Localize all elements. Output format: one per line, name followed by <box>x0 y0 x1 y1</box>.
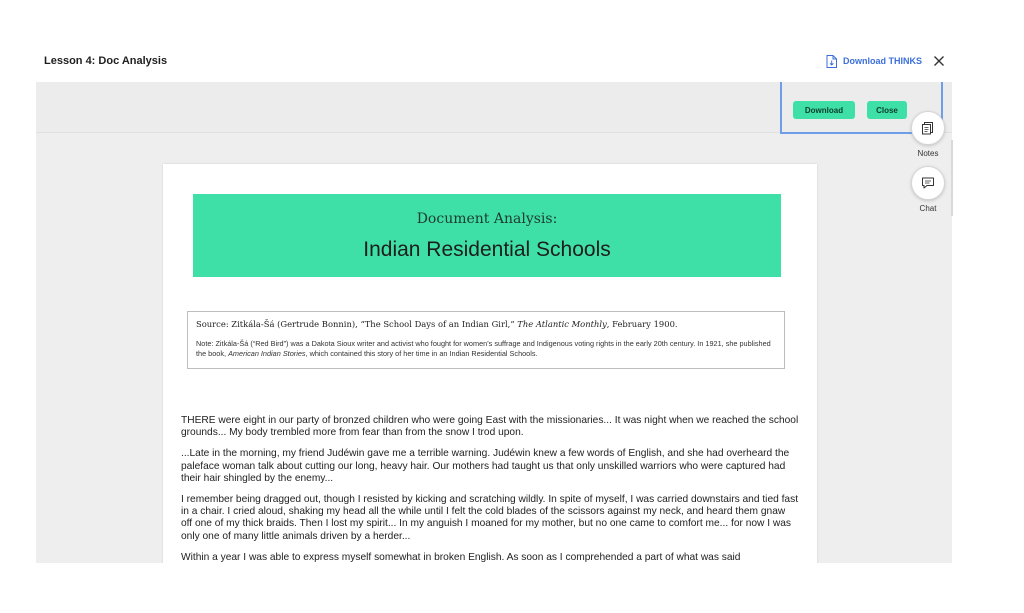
download-button[interactable]: Download <box>793 101 855 119</box>
download-thinks-link[interactable]: Download THINKS <box>826 54 922 68</box>
side-scrollbar[interactable] <box>951 140 953 216</box>
notes-label: Notes <box>917 149 939 158</box>
note-book-title: American Indian Stories <box>228 348 306 358</box>
close-button[interactable]: Close <box>867 101 907 119</box>
paragraph: ...Late in the morning, my friend Judéwi… <box>181 448 790 484</box>
chat-icon <box>922 177 934 189</box>
notes-icon <box>922 122 933 135</box>
source-box: Source: Zitkála-Šá (Gertrude Bonnin), “T… <box>187 311 785 369</box>
source-note: Note: Zitkála-Šá (“Red Bird”) was a Dako… <box>196 339 776 358</box>
top-bar: Lesson 4: Doc Analysis Download THINKS <box>0 0 1024 82</box>
source-citation: Source: Zitkála-Šá (Gertrude Bonnin), “T… <box>196 319 776 329</box>
document-viewer: Download Close Document Analysis: Indian… <box>36 82 952 563</box>
file-download-icon <box>826 54 837 68</box>
page-title: Lesson 4: Doc Analysis <box>44 55 168 67</box>
note-suffix: , which contained this story of her time… <box>305 348 538 358</box>
paragraph: THERE were eight in our party of bronzed… <box>181 415 799 439</box>
notes-button[interactable] <box>911 111 945 145</box>
close-x-icon[interactable] <box>932 54 946 68</box>
notes-tool[interactable]: Notes <box>910 111 946 158</box>
source-prefix: Source: Zitkála-Šá (Gertrude Bonnin), “T… <box>196 319 518 329</box>
banner-title: Indian Residential Schools <box>363 238 611 261</box>
document-page: Document Analysis: Indian Residential Sc… <box>163 164 817 563</box>
source-publication: The Atlantic Monthly <box>517 319 607 329</box>
document-body: THERE were eight in our party of bronzed… <box>181 415 799 563</box>
viewer-toolbar: Download Close <box>36 82 952 134</box>
paragraph: I remember being dragged out, though I r… <box>181 494 799 542</box>
paragraph: Within a year I was able to express myse… <box>181 551 741 563</box>
chat-button[interactable] <box>911 166 945 200</box>
source-date: , February 1900. <box>606 319 678 329</box>
document-banner: Document Analysis: Indian Residential Sc… <box>193 194 781 277</box>
banner-subtitle: Document Analysis: <box>416 211 558 227</box>
download-thinks-label: Download THINKS <box>843 56 922 66</box>
chat-label: Chat <box>919 204 937 213</box>
chat-tool[interactable]: Chat <box>910 166 946 213</box>
